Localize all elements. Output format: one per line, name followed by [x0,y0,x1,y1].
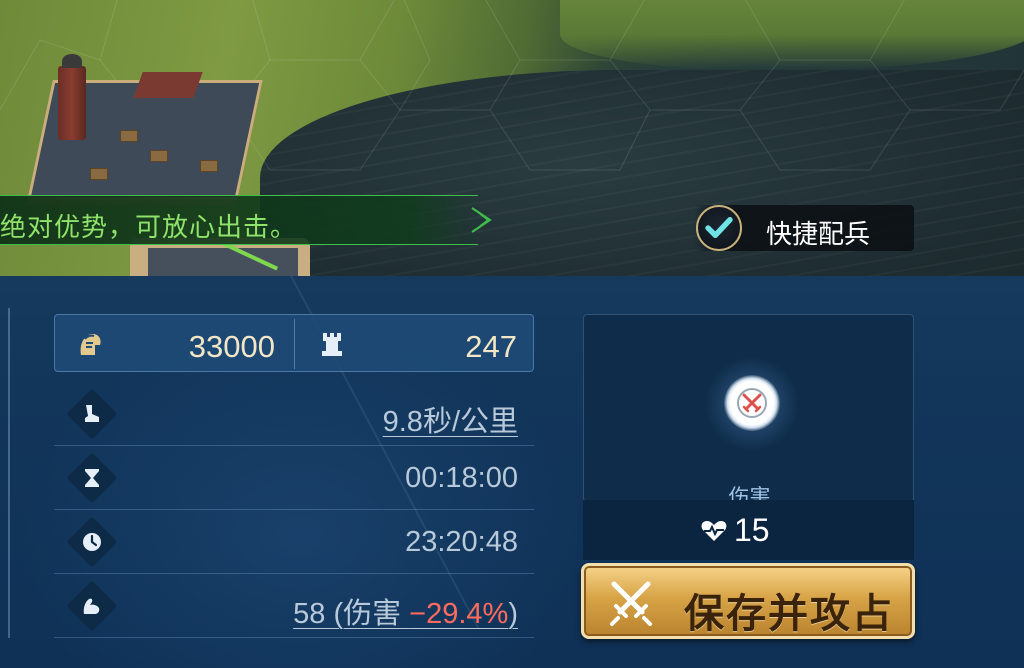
panel-divider [8,308,10,638]
supply-crate [200,160,218,172]
troop-count: 33000 [188,329,275,364]
supply-crate [150,150,168,162]
save-and-attack-label: 保存并攻占 [684,592,894,636]
battle-advice-text: 绝对优势，可放心出击。 [0,212,298,242]
hourglass-icon [85,469,99,487]
stat-icon-frame [66,388,118,440]
map-view[interactable]: 绝对优势，可放心出击。 快捷配兵 [0,0,1024,276]
battle-advice-banner: 绝对优势，可放心出击。 [0,195,478,245]
troop-summary: 33000 247 [54,314,534,372]
target-card[interactable]: 伤害 [583,314,914,509]
supply-crate [120,130,138,142]
checkmark-icon [705,217,733,239]
hp-value: 15 [734,512,770,548]
castle-tower-icon [322,333,342,356]
crossed-swords-emblem-icon [737,388,767,418]
stamina-arm-icon [83,598,100,614]
lighthouse-tower [58,54,86,140]
quick-assign-checkbox[interactable] [696,205,742,251]
stat-row-arrival: 23:20:48 [54,510,534,574]
banner-arrow-icon [471,207,492,233]
heart-pulse-icon [701,521,727,541]
stat-row-duration: 00:18:00 [54,446,534,510]
clock-icon [83,533,101,551]
damage-modifier: −29.4% [409,598,509,630]
stat-row-stamina: 58 (伤害 −29.4%) [54,574,534,638]
stat-icon-frame [66,580,118,632]
stamina-value: 58 (伤害 [293,598,410,630]
fortress-roof [133,72,203,98]
quick-assign-label[interactable]: 快捷配兵 [766,214,870,251]
stat-separator [294,319,295,369]
stat-icon-frame [66,516,118,568]
damage-emblem [724,375,780,431]
dock-deck [148,248,298,276]
boot-speed-icon [85,405,99,422]
save-and-attack-button[interactable]: 保存并攻占 [581,563,915,639]
hp-display: 15 [700,512,770,549]
stamina-suffix: ) [508,598,518,630]
stamina-cost[interactable]: 58 (伤害 −29.4%) [293,590,518,632]
supply-crate [90,168,108,180]
stat-icon-frame [66,452,118,504]
arrival-time: 23:20:48 [405,526,518,558]
helmet-icon [80,334,101,355]
crossed-swords-icon [610,581,652,626]
march-duration: 00:18:00 [405,462,518,494]
march-speed[interactable]: 9.8秒/公里 [383,398,518,440]
stat-row-speed: 9.8秒/公里 [54,382,534,446]
siege-value: 247 [465,329,517,364]
